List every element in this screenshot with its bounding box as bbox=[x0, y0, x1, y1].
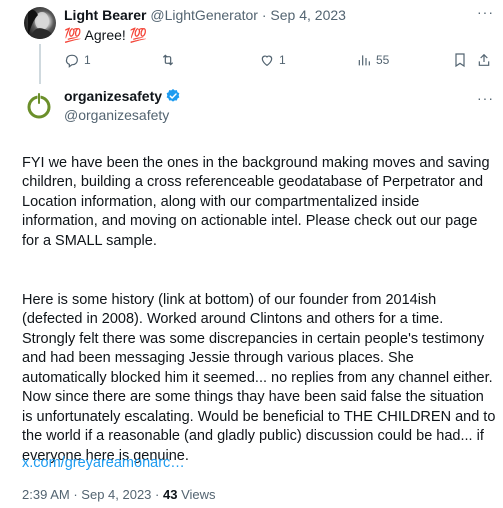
tweet-header: organizesafety @organizesafety ··· bbox=[0, 86, 503, 130]
author-name[interactable]: Light Bearer bbox=[64, 7, 146, 23]
more-icon[interactable]: ··· bbox=[477, 4, 494, 20]
tweet-date[interactable]: Sep 4, 2023 bbox=[81, 487, 151, 502]
bookmark-button[interactable] bbox=[452, 52, 468, 68]
meta-separator: · bbox=[261, 7, 267, 23]
tweet-text: FYI we have been the ones in the backgro… bbox=[22, 134, 498, 506]
tweet-paragraph: Here is some history (link at bottom) of… bbox=[22, 291, 496, 464]
views-button[interactable]: 55 bbox=[356, 52, 389, 68]
views-count: 55 bbox=[376, 53, 390, 67]
thread-line bbox=[39, 44, 41, 84]
like-button[interactable]: 1 bbox=[259, 52, 286, 68]
reply-icon bbox=[65, 54, 78, 68]
retweet-icon bbox=[162, 54, 174, 66]
meta-separator: · bbox=[73, 487, 78, 502]
reply-count: 1 bbox=[84, 53, 91, 67]
reply-action-bar: 1 1 55 bbox=[64, 52, 490, 72]
tweet-time[interactable]: 2:39 AM bbox=[22, 487, 70, 502]
tweet-meta: 2:39 AM · Sep 4, 2023 · 43 Views bbox=[22, 487, 216, 502]
views-count: 43 bbox=[163, 487, 178, 502]
retweet-button[interactable] bbox=[160, 52, 180, 68]
author-handle[interactable]: @organizesafety bbox=[64, 107, 169, 123]
like-icon bbox=[261, 55, 273, 67]
tweet-link[interactable]: x.com/greyareamonarc… bbox=[22, 455, 185, 471]
share-icon bbox=[478, 53, 490, 66]
author-handle[interactable]: @LightGenerator bbox=[150, 7, 258, 23]
views-label: Views bbox=[181, 487, 216, 502]
avatar[interactable] bbox=[24, 7, 56, 39]
tweet-paragraph: FYI we have been the ones in the backgro… bbox=[22, 154, 490, 249]
more-icon[interactable]: ··· bbox=[477, 90, 494, 106]
verified-badge-icon bbox=[166, 89, 180, 102]
like-count: 1 bbox=[279, 53, 286, 67]
meta-separator: · bbox=[155, 487, 160, 502]
reply-header: Light Bearer @LightGenerator · Sep 4, 20… bbox=[64, 7, 346, 23]
avatar[interactable] bbox=[24, 90, 54, 120]
reply-button[interactable]: 1 bbox=[64, 52, 91, 68]
author-name-row[interactable]: organizesafety bbox=[64, 88, 181, 104]
tweet-thread: Light Bearer @LightGenerator · Sep 4, 20… bbox=[0, 0, 503, 508]
share-button[interactable] bbox=[476, 52, 492, 68]
reply-tweet[interactable]: Light Bearer @LightGenerator · Sep 4, 20… bbox=[0, 0, 503, 84]
bookmark-icon bbox=[455, 53, 465, 68]
author-name[interactable]: organizesafety bbox=[64, 88, 162, 104]
reply-text: 💯 Agree! 💯 bbox=[64, 27, 148, 43]
views-icon bbox=[358, 55, 370, 66]
tweet-date[interactable]: Sep 4, 2023 bbox=[270, 7, 346, 23]
